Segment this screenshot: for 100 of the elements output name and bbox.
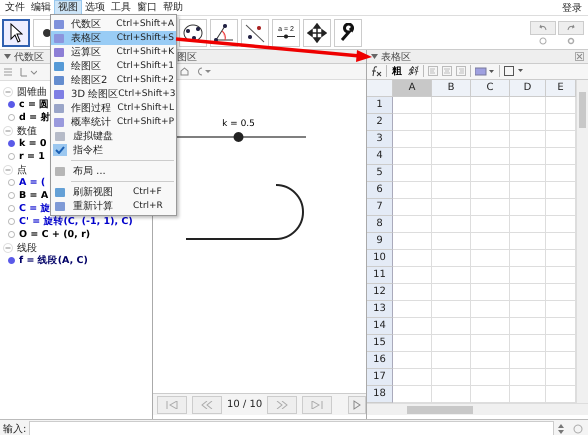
table-cell[interactable] bbox=[510, 148, 546, 165]
tool-button[interactable] bbox=[2, 18, 30, 46]
collapse-icon[interactable] bbox=[371, 54, 378, 59]
row-header[interactable]: 17 bbox=[367, 368, 393, 386]
menu-item[interactable]: 指令栏 bbox=[51, 143, 176, 157]
row-header[interactable]: 1 bbox=[367, 96, 393, 114]
input-field[interactable] bbox=[29, 421, 554, 435]
style-dropdown-icon[interactable] bbox=[195, 67, 211, 76]
table-cell[interactable] bbox=[471, 148, 510, 165]
row-header[interactable]: 15 bbox=[367, 334, 393, 352]
function-icon[interactable] bbox=[370, 66, 382, 77]
visibility-dot[interactable] bbox=[8, 205, 15, 212]
align-right-icon[interactable] bbox=[456, 66, 466, 76]
menu-item[interactable]: 工具 bbox=[108, 0, 134, 15]
login-link[interactable]: 登录 bbox=[562, 0, 582, 14]
collapse-toggle-icon[interactable] bbox=[3, 86, 13, 96]
table-cell[interactable] bbox=[393, 130, 432, 148]
row-header[interactable]: 9 bbox=[367, 232, 393, 250]
visibility-dot[interactable] bbox=[8, 153, 15, 160]
previous-step-button[interactable] bbox=[192, 396, 222, 414]
table-cell[interactable] bbox=[471, 232, 510, 250]
collapse-toggle-icon[interactable] bbox=[3, 164, 13, 174]
table-cell[interactable] bbox=[432, 300, 471, 318]
visibility-dot[interactable] bbox=[8, 179, 15, 186]
border-dropdown-icon[interactable] bbox=[504, 66, 524, 76]
table-cell[interactable] bbox=[393, 164, 432, 182]
row-header[interactable]: 4 bbox=[367, 148, 393, 165]
first-step-button[interactable] bbox=[157, 396, 187, 414]
menu-item[interactable]: 窗口 bbox=[134, 0, 160, 15]
slider-thumb[interactable] bbox=[234, 132, 244, 142]
table-cell[interactable] bbox=[510, 368, 546, 386]
menu-item[interactable]: 文件 bbox=[2, 0, 28, 15]
vertical-scrollbar[interactable] bbox=[576, 80, 588, 403]
table-cell[interactable] bbox=[510, 334, 546, 352]
table-cell[interactable] bbox=[432, 250, 471, 267]
table-cell[interactable] bbox=[432, 216, 471, 233]
table-cell[interactable] bbox=[393, 216, 432, 233]
table-cell[interactable] bbox=[432, 96, 471, 114]
object-definition[interactable]: k = 0 bbox=[19, 138, 47, 149]
table-cell[interactable] bbox=[432, 148, 471, 165]
menu-item[interactable]: 刷新视图 Ctrl+F bbox=[51, 185, 176, 199]
menu-item[interactable]: 重新计算 Ctrl+R bbox=[51, 199, 176, 213]
redo-button[interactable] bbox=[558, 20, 584, 34]
collapse-icon[interactable] bbox=[4, 54, 11, 59]
object-definition[interactable]: r = 1 bbox=[19, 151, 45, 162]
table-cell[interactable] bbox=[393, 182, 432, 199]
menu-item[interactable]: 布局 ... bbox=[51, 164, 176, 178]
row-header[interactable]: 13 bbox=[367, 300, 393, 318]
column-header[interactable]: E bbox=[546, 80, 576, 97]
table-cell[interactable] bbox=[432, 164, 471, 182]
table-cell[interactable] bbox=[510, 266, 546, 284]
table-cell[interactable] bbox=[471, 96, 510, 114]
table-cell[interactable] bbox=[471, 198, 510, 216]
menu-item[interactable]: 虚拟键盘 bbox=[51, 129, 176, 143]
table-cell[interactable] bbox=[510, 198, 546, 216]
table-cell[interactable] bbox=[432, 130, 471, 148]
object-definition[interactable]: C' = 旋转(C, (-1, 1), C) bbox=[19, 215, 133, 228]
visibility-dot[interactable] bbox=[8, 101, 15, 108]
menu-item[interactable]: 绘图区 Ctrl+Shift+1 bbox=[51, 59, 176, 73]
menu-item[interactable]: 概率统计 Ctrl+Shift+P bbox=[51, 115, 176, 129]
visibility-dot[interactable] bbox=[8, 140, 15, 147]
row-header[interactable]: 6 bbox=[367, 182, 393, 199]
table-cell[interactable] bbox=[432, 266, 471, 284]
table-cell[interactable] bbox=[393, 266, 432, 284]
table-cell[interactable] bbox=[393, 250, 432, 267]
format-button[interactable]: 斜 bbox=[407, 64, 419, 78]
row-header[interactable]: 8 bbox=[367, 216, 393, 233]
table-cell[interactable] bbox=[393, 368, 432, 386]
home-icon[interactable] bbox=[180, 67, 189, 76]
menu-item[interactable]: 代数区 Ctrl+Shift+A bbox=[51, 17, 176, 31]
table-cell[interactable] bbox=[393, 148, 432, 165]
object-definition[interactable]: C = 旋 bbox=[19, 202, 51, 215]
visibility-dot[interactable] bbox=[8, 114, 15, 121]
table-cell[interactable] bbox=[393, 232, 432, 250]
menu-item[interactable]: 作图过程 Ctrl+Shift+L bbox=[51, 101, 176, 115]
table-cell[interactable] bbox=[510, 250, 546, 267]
table-cell[interactable] bbox=[471, 182, 510, 199]
table-cell[interactable] bbox=[432, 368, 471, 386]
table-cell[interactable] bbox=[471, 250, 510, 267]
table-cell[interactable] bbox=[432, 334, 471, 352]
table-cell[interactable] bbox=[471, 266, 510, 284]
menu-item[interactable]: 表格区 Ctrl+Shift+S bbox=[51, 31, 176, 45]
menu-item[interactable]: 运算区 Ctrl+Shift+K bbox=[51, 45, 176, 59]
row-header[interactable]: 7 bbox=[367, 198, 393, 216]
fill-color-dropdown-icon[interactable] bbox=[475, 66, 495, 76]
table-cell[interactable] bbox=[471, 216, 510, 233]
column-header[interactable]: B bbox=[432, 80, 471, 97]
table-cell[interactable] bbox=[393, 114, 432, 131]
table-cell[interactable] bbox=[510, 352, 546, 369]
row-header[interactable]: 18 bbox=[367, 386, 393, 403]
table-cell[interactable] bbox=[393, 318, 432, 335]
visibility-dot[interactable] bbox=[8, 218, 15, 225]
table-cell[interactable] bbox=[471, 368, 510, 386]
table-cell[interactable] bbox=[432, 114, 471, 131]
table-cell[interactable] bbox=[432, 198, 471, 216]
table-cell[interactable] bbox=[510, 164, 546, 182]
table-cell[interactable] bbox=[393, 300, 432, 318]
table-cell[interactable] bbox=[471, 164, 510, 182]
row-header[interactable]: 10 bbox=[367, 250, 393, 267]
table-cell[interactable] bbox=[471, 114, 510, 131]
